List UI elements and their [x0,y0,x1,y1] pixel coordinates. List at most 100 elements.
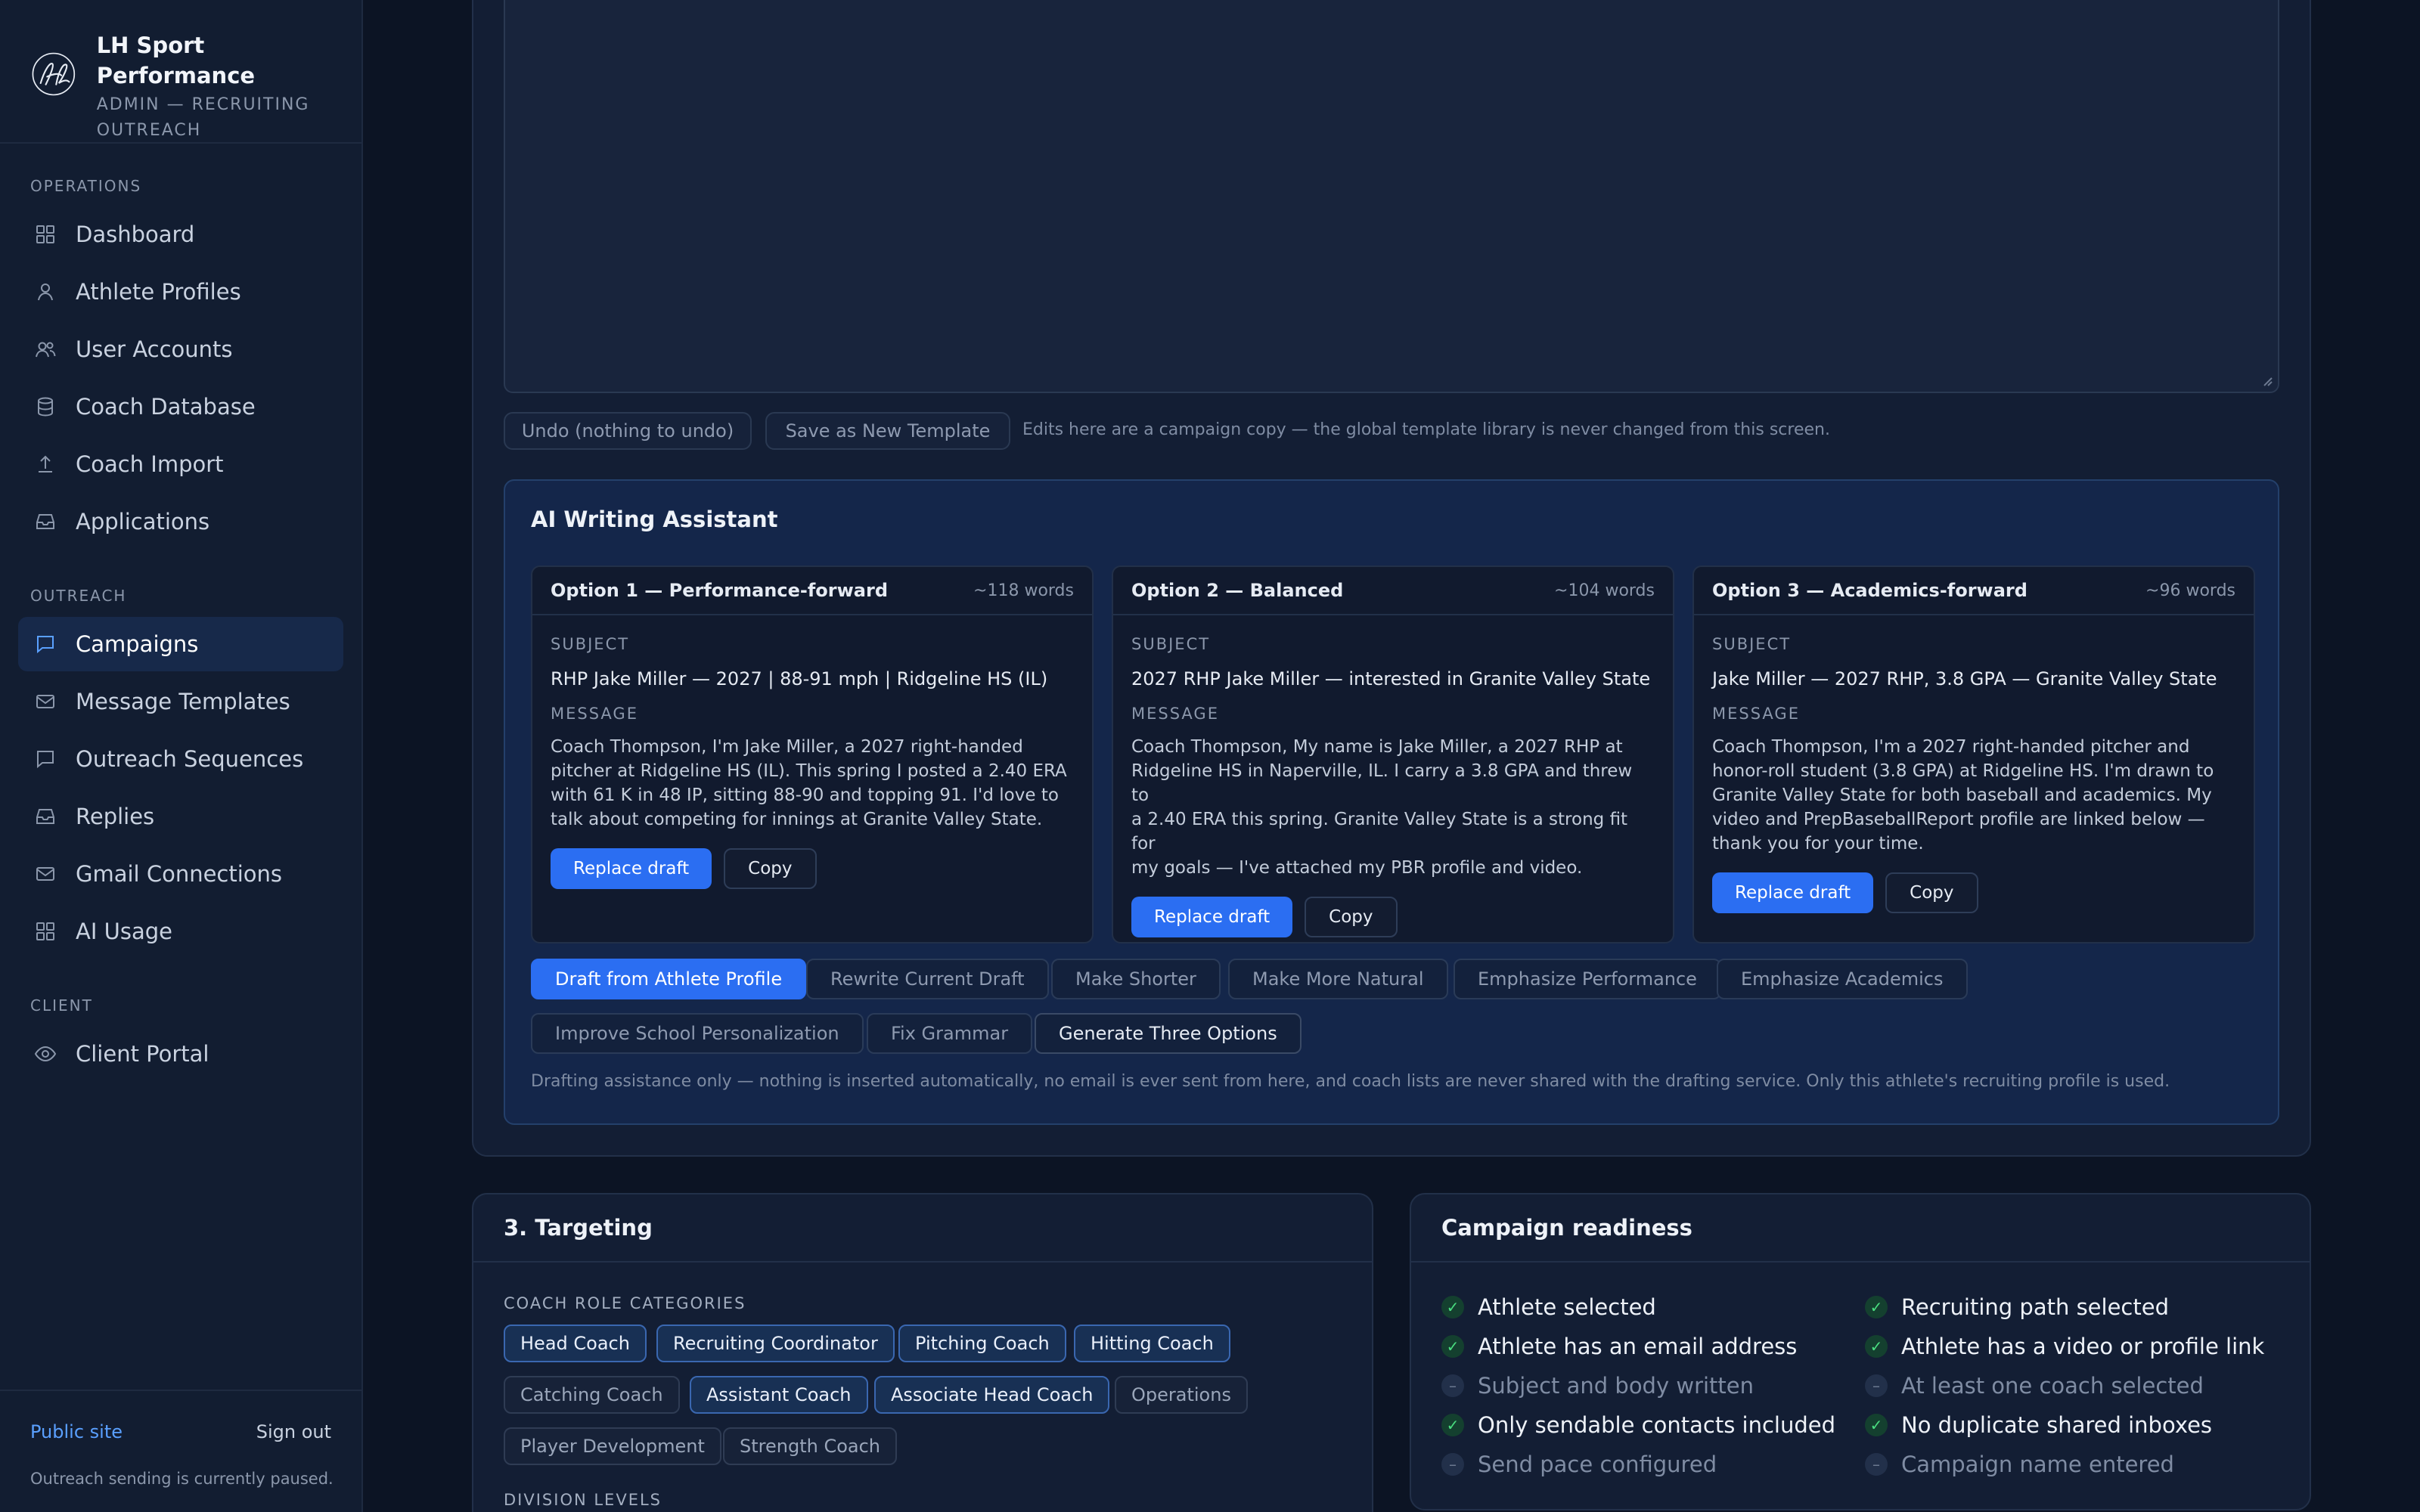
brand-header: LH Sport Performance ADMIN — RECRUITING … [0,0,361,144]
grid-icon [33,919,57,943]
sidebar-item-label: Client Portal [76,1041,209,1067]
sidebar-item-label: Athlete Profiles [76,279,241,305]
role-chip-recruiting-coordinator[interactable]: Recruiting Coordinator [656,1325,895,1362]
readiness-item: ✓ Athlete has an email address [1441,1334,1797,1359]
sidebar-item-outreach-sequences[interactable]: Outreach Sequences [18,732,343,786]
option-message: Coach Thompson, I'm Jake Miller, a 2027 … [551,735,1074,832]
brand-subtitle: ADMIN — RECRUITING OUTREACH [97,92,331,144]
readiness-item-label: Athlete has a video or profile link [1901,1334,2265,1359]
option-header: Option 3 — Academics-forward ~96 words [1694,567,2254,615]
readiness-item-label: Recruiting path selected [1901,1294,2169,1320]
sidebar-item-gmail-connections[interactable]: Gmail Connections [18,847,343,901]
logo-icon [32,52,76,96]
undo-button[interactable]: Undo (nothing to undo) [504,412,752,450]
role-chip-pitching-coach[interactable]: Pitching Coach [898,1325,1066,1362]
role-chip-associate-head-coach[interactable]: Associate Head Coach [874,1376,1110,1414]
role-chip-hitting-coach[interactable]: Hitting Coach [1074,1325,1230,1362]
sign-out-button[interactable]: Sign out [256,1421,331,1442]
replace-draft-button[interactable]: Replace draft [1131,897,1293,937]
upload-icon [33,452,57,476]
check-icon: ✓ [1441,1296,1464,1318]
copy-button[interactable]: Copy [724,848,817,889]
message-line: video and PrepBaseballReport profile are… [1712,810,2205,829]
message-body-textarea[interactable] [504,0,2279,393]
rewrite-draft-button[interactable]: Rewrite Current Draft [806,959,1049,999]
copy-button[interactable]: Copy [1305,897,1398,937]
sidebar-item-client-portal[interactable]: Client Portal [18,1027,343,1081]
option-message: Coach Thompson, My name is Jake Miller, … [1131,735,1655,880]
sidebar-item-dashboard[interactable]: Dashboard [18,207,343,262]
inbox-icon [33,804,57,829]
ai-option-card: Option 3 — Academics-forward ~96 words S… [1692,565,2255,943]
option-actions: Replace draft Copy [1131,897,1655,937]
readiness-item-label: Only sendable contacts included [1478,1412,1836,1438]
sidebar-item-coach-import[interactable]: Coach Import [18,437,343,491]
nav-section-outreach: OUTREACH [30,587,127,605]
readiness-item-label: Campaign name entered [1901,1452,2174,1477]
message-line: honor-roll student (3.8 GPA) at Ridgelin… [1712,761,2214,781]
check-icon: ✓ [1441,1414,1464,1436]
role-chip-catching-coach[interactable]: Catching Coach [504,1376,680,1414]
option-title: Option 3 — Academics-forward [1712,580,2028,601]
role-chip-player-development[interactable]: Player Development [504,1427,721,1465]
resize-handle-icon[interactable] [2260,373,2273,387]
readiness-item: ✓ Athlete has a video or profile link [1865,1334,2264,1359]
coach-roles-label: COACH ROLE CATEGORIES [504,1294,746,1312]
message-label: MESSAGE [1712,705,1800,723]
make-more-natural-button[interactable]: Make More Natural [1228,959,1448,999]
readiness-item: – At least one coach selected [1865,1373,2204,1399]
improve-personalization-button[interactable]: Improve School Personalization [531,1013,864,1054]
sidebar-item-label: Coach Database [76,394,256,420]
option-title: Option 1 — Performance-forward [551,580,888,601]
readiness-item-label: Send pace configured [1478,1452,1717,1477]
readiness-item-label: At least one coach selected [1901,1373,2204,1399]
emphasize-performance-button[interactable]: Emphasize Performance [1454,959,1721,999]
message-icon [33,632,57,656]
readiness-item-label: Subject and body written [1478,1373,1754,1399]
fix-grammar-button[interactable]: Fix Grammar [867,1013,1033,1054]
replace-draft-button[interactable]: Replace draft [551,848,712,889]
readiness-item-label: Athlete selected [1478,1294,1656,1320]
readiness-item: – Campaign name entered [1865,1452,2174,1477]
subject-label: SUBJECT [1131,635,1211,653]
option-header: Option 2 — Balanced ~104 words [1113,567,1673,615]
readiness-item: ✓ No duplicate shared inboxes [1865,1412,2212,1438]
check-icon: ✓ [1865,1296,1888,1318]
sidebar-item-label: Outreach Sequences [76,746,304,772]
role-chip-operations[interactable]: Operations [1115,1376,1248,1414]
grid-icon [33,222,57,246]
role-chip-strength-coach[interactable]: Strength Coach [723,1427,897,1465]
sidebar-item-applications[interactable]: Applications [18,494,343,549]
copy-button[interactable]: Copy [1885,872,1978,913]
option-header: Option 1 — Performance-forward ~118 word… [532,567,1092,615]
sidebar-item-message-templates[interactable]: Message Templates [18,674,343,729]
check-icon: ✓ [1865,1335,1888,1358]
role-chip-head-coach[interactable]: Head Coach [504,1325,647,1362]
sidebar-item-campaigns[interactable]: Campaigns [18,617,343,671]
sidebar-item-label: Dashboard [76,222,195,247]
sidebar-item-ai-usage[interactable]: AI Usage [18,904,343,959]
sidebar-item-user-accounts[interactable]: User Accounts [18,322,343,376]
sidebar-item-label: Campaigns [76,631,199,657]
draft-from-profile-button[interactable]: Draft from Athlete Profile [531,959,807,999]
message-line: my goals — I've attached my PBR profile … [1131,858,1583,878]
sidebar-item-replies[interactable]: Replies [18,789,343,844]
sidebar-item-label: AI Usage [76,919,172,944]
public-site-link[interactable]: Public site [30,1421,123,1442]
user-icon [33,280,57,304]
save-as-template-button[interactable]: Save as New Template [765,412,1010,450]
division-levels-label: DIVISION LEVELS [504,1491,662,1509]
role-chip-assistant-coach[interactable]: Assistant Coach [690,1376,868,1414]
option-message: Coach Thompson, I'm a 2027 right-handed … [1712,735,2235,856]
sidebar-item-athlete-profiles[interactable]: Athlete Profiles [18,265,343,319]
sidebar: LH Sport Performance ADMIN — RECRUITING … [0,0,363,1512]
emphasize-academics-button[interactable]: Emphasize Academics [1717,959,1968,999]
database-icon [33,395,57,419]
readiness-item: – Subject and body written [1441,1373,1754,1399]
generate-three-options-button[interactable]: Generate Three Options [1035,1013,1302,1054]
replace-draft-button[interactable]: Replace draft [1712,872,1874,913]
sidebar-item-coach-database[interactable]: Coach Database [18,380,343,434]
sidebar-item-label: Replies [76,804,155,829]
make-shorter-button[interactable]: Make Shorter [1051,959,1221,999]
eye-icon [33,1042,57,1066]
